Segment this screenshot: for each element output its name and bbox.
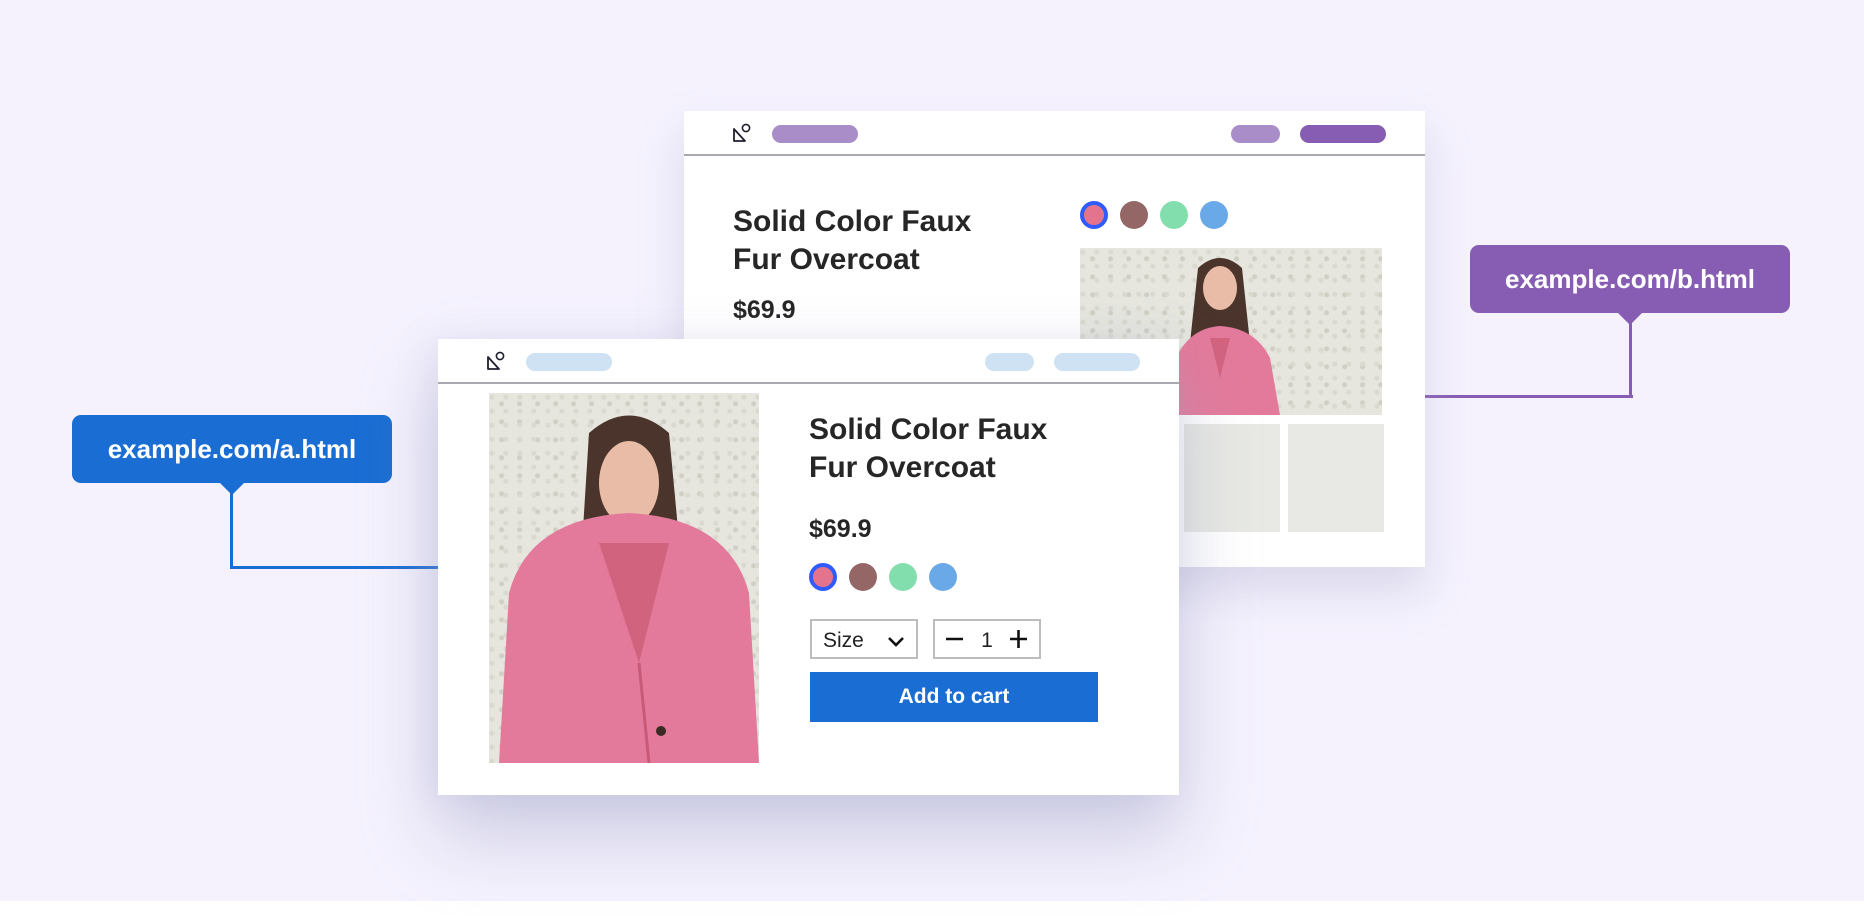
quantity-stepper[interactable]: 1 bbox=[933, 619, 1041, 659]
nav-placeholder[interactable] bbox=[1054, 353, 1140, 371]
comparison-stage: Solid Color Faux Fur Overcoat $69.9 Soli… bbox=[0, 0, 1864, 901]
nav-placeholder[interactable] bbox=[1231, 125, 1280, 143]
product-title: Solid Color Faux Fur Overcoat bbox=[733, 203, 971, 279]
product-price: $69.9 bbox=[733, 296, 796, 324]
swatch-green[interactable] bbox=[1160, 201, 1188, 229]
product-image[interactable] bbox=[489, 393, 759, 763]
nav-placeholder[interactable] bbox=[985, 353, 1034, 371]
swatch-blue[interactable] bbox=[929, 563, 957, 591]
swatch-green[interactable] bbox=[889, 563, 917, 591]
chevron-down-icon bbox=[888, 637, 904, 647]
shapes-icon[interactable] bbox=[732, 123, 752, 143]
model-photo-illustration bbox=[499, 415, 759, 763]
shapes-icon[interactable] bbox=[486, 351, 506, 371]
size-select[interactable]: Size bbox=[810, 619, 918, 659]
swatch-pink[interactable] bbox=[1080, 201, 1108, 229]
title-line-1: Solid Color Faux bbox=[733, 205, 972, 238]
product-title: Solid Color Faux Fur Overcoat bbox=[809, 411, 1047, 487]
connector-b-vertical bbox=[1629, 320, 1632, 398]
site-header bbox=[438, 339, 1179, 384]
nav-placeholder[interactable] bbox=[526, 353, 612, 371]
swatch-brown[interactable] bbox=[849, 563, 877, 591]
connector-a-vertical bbox=[230, 490, 233, 569]
product-price: $69.9 bbox=[809, 515, 872, 543]
thumbnail[interactable] bbox=[1184, 424, 1280, 532]
url-label-b-text: example.com/b.html bbox=[1505, 263, 1755, 294]
title-line-2: Fur Overcoat bbox=[733, 243, 920, 276]
nav-placeholder[interactable] bbox=[772, 125, 858, 143]
plus-icon[interactable] bbox=[1005, 625, 1033, 653]
swatch-brown[interactable] bbox=[1120, 201, 1148, 229]
title-line-1: Solid Color Faux bbox=[809, 413, 1048, 446]
thumbnail[interactable] bbox=[1288, 424, 1384, 532]
nav-placeholder[interactable] bbox=[1300, 125, 1386, 143]
size-select-label: Size bbox=[823, 629, 864, 652]
url-label-b: example.com/b.html bbox=[1470, 245, 1790, 325]
swatch-pink[interactable] bbox=[809, 563, 837, 591]
site-header bbox=[684, 111, 1425, 156]
url-label-a-text: example.com/a.html bbox=[107, 433, 357, 464]
variant-a-page: Solid Color Faux Fur Overcoat $69.9 Size… bbox=[438, 339, 1179, 795]
swatch-blue[interactable] bbox=[1200, 201, 1228, 229]
url-label-a: example.com/a.html bbox=[72, 415, 392, 495]
title-line-2: Fur Overcoat bbox=[809, 451, 996, 484]
add-to-cart-button[interactable]: Add to cart bbox=[810, 672, 1098, 722]
connector-a-horizontal bbox=[230, 566, 440, 569]
connector-b-horizontal bbox=[1425, 395, 1633, 398]
